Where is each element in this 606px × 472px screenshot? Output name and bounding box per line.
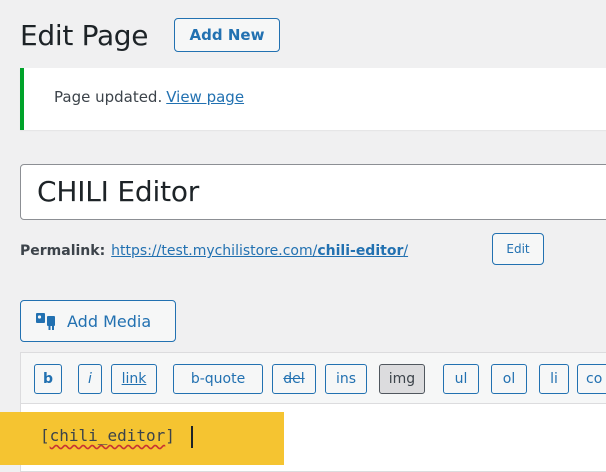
page-title: Edit Page [20, 19, 149, 52]
quicktag-bold-button[interactable]: b [34, 364, 62, 394]
add-media-label: Add Media [67, 311, 152, 331]
notice-message-container: Page updated. View page [54, 88, 244, 106]
update-notice: Page updated. View page [20, 68, 606, 130]
text-caret [191, 426, 193, 448]
quicktag-bquote-button[interactable]: b-quote [173, 364, 263, 394]
editor-content[interactable]: [chili_editor] [40, 426, 175, 445]
add-new-button[interactable]: Add New [174, 18, 280, 52]
quicktag-ins-button[interactable]: ins [325, 364, 367, 394]
shortcode-open-bracket: [ [40, 426, 50, 445]
permalink-url-link[interactable]: https://test.mychilistore.com/chili-edit… [111, 243, 408, 259]
shortcode-word: chili_editor [49, 426, 166, 445]
quicktag-img-button[interactable]: img [379, 364, 425, 394]
view-page-link[interactable]: View page [166, 88, 244, 106]
quicktag-ol-button[interactable]: ol [491, 364, 527, 394]
quicktag-ul-button[interactable]: ul [443, 364, 479, 394]
quicktag-code-button[interactable]: co [577, 364, 606, 394]
quicktag-li-button[interactable]: li [539, 364, 569, 394]
post-title-input[interactable]: CHILI Editor [20, 164, 606, 220]
quicktags-toolbar: b i link b-quote del ins img ul ol li co [21, 353, 606, 404]
shortcode-close-bracket: ] [165, 426, 175, 445]
media-icon [36, 313, 55, 330]
quicktag-link-button[interactable]: link [111, 364, 157, 394]
add-media-button[interactable]: Add Media [20, 300, 176, 342]
post-title-value: CHILI Editor [37, 175, 200, 208]
permalink-url-suffix: / [403, 243, 409, 259]
permalink-label: Permalink: [20, 243, 106, 259]
permalink: Permalink: https://test.mychilistore.com… [20, 243, 408, 259]
permalink-url-slug: chili-editor [317, 243, 404, 259]
notice-message: Page updated. [54, 88, 163, 106]
quicktag-italic-button[interactable]: i [78, 364, 102, 394]
permalink-edit-button[interactable]: Edit [492, 233, 544, 265]
quicktag-del-button[interactable]: del [272, 364, 316, 394]
permalink-url-prefix: https://test.mychilistore.com/ [111, 243, 318, 259]
